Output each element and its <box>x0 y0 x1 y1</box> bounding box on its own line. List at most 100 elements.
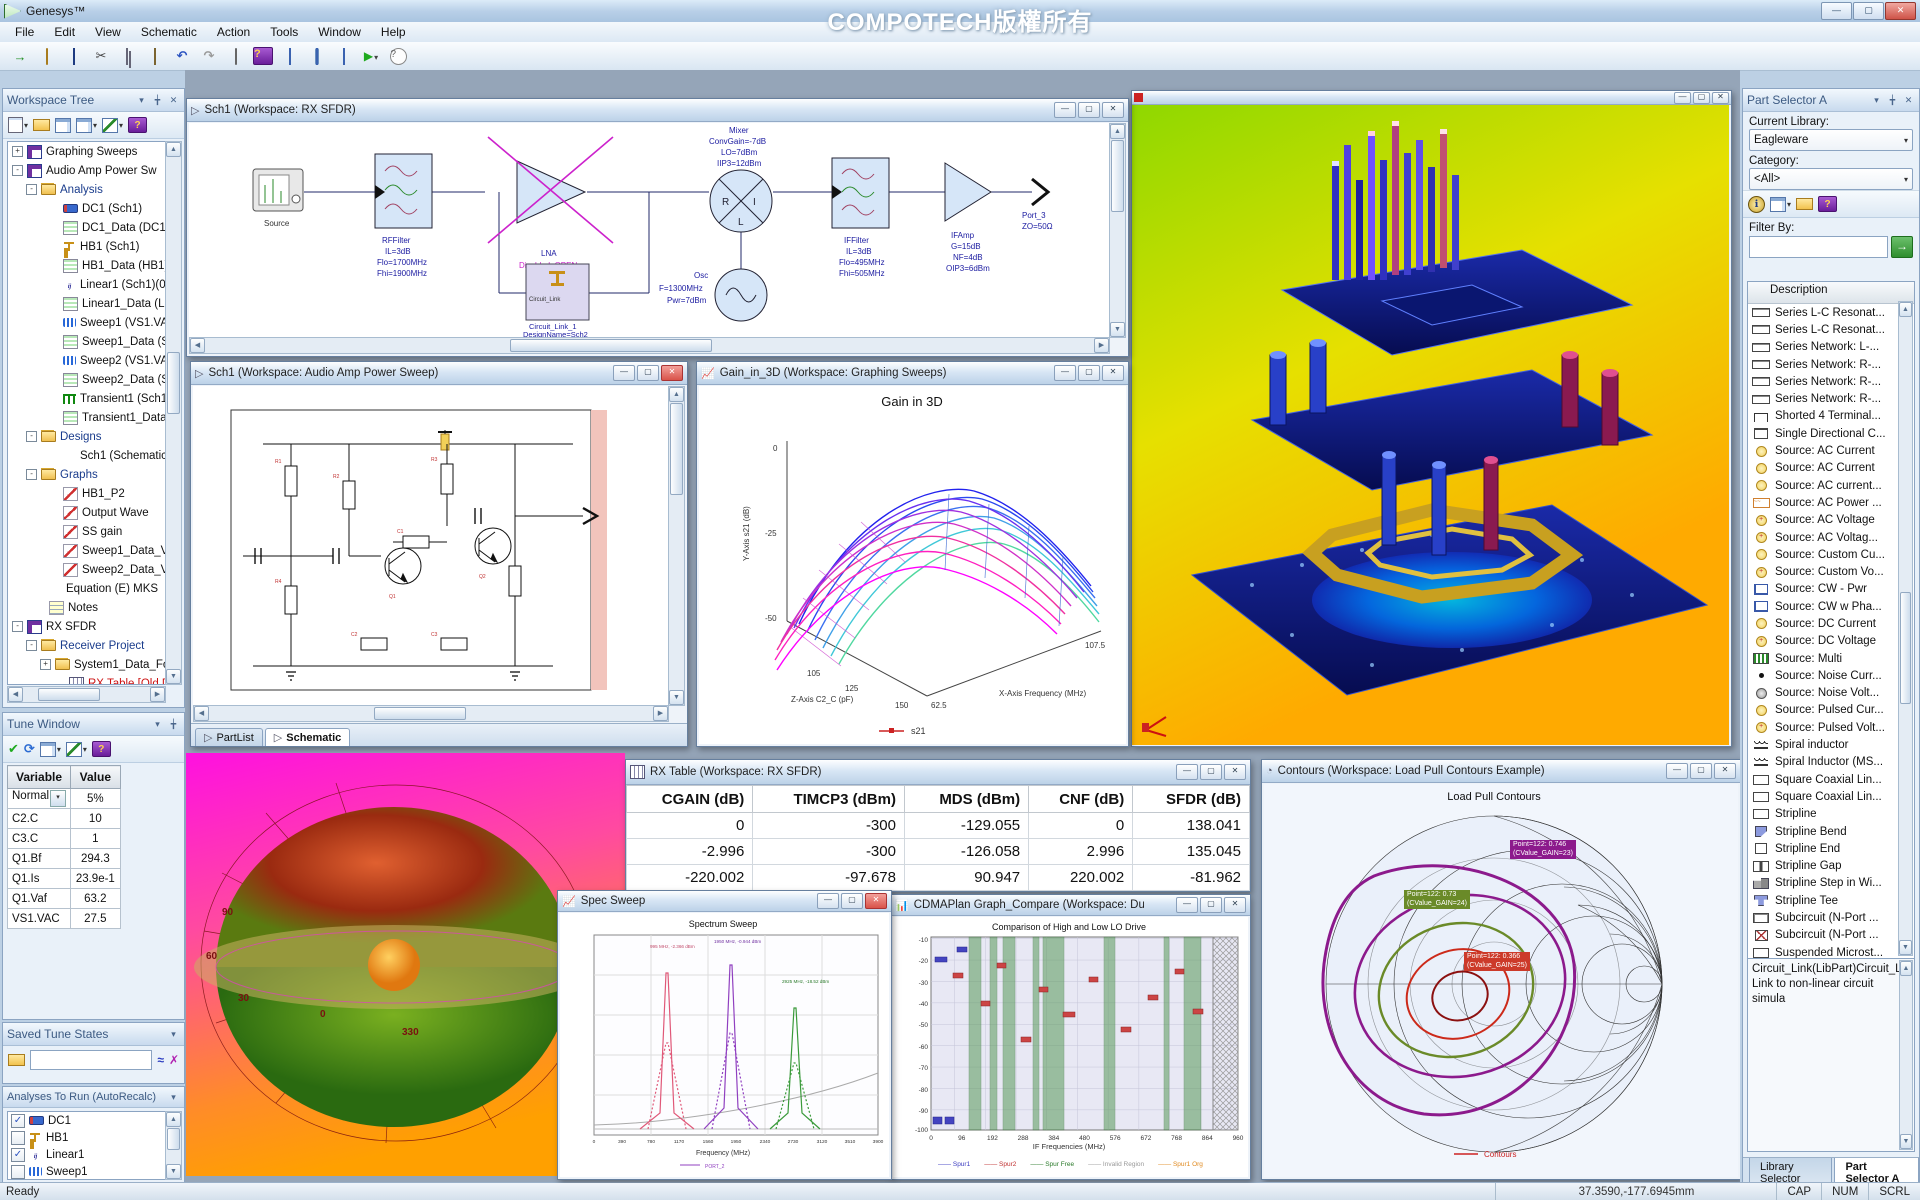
analysis-item[interactable]: HB1 <box>8 1129 165 1146</box>
tree-item[interactable]: Sweep2 (VS1.VAC <box>8 351 165 370</box>
tree-item[interactable]: -RX SFDR <box>8 617 165 636</box>
spec-sweep-chart[interactable]: Spectrum Sweep <box>560 913 887 1175</box>
maximize-button[interactable]: ▢ <box>841 893 863 909</box>
tune-row[interactable]: ▾Normal5% <box>8 789 121 809</box>
tree-item[interactable]: -Audio Amp Power Sw <box>8 161 165 180</box>
cdma-chart[interactable]: Comparison of High and Low LO Drive <box>893 917 1246 1157</box>
analysis-checkbox[interactable] <box>11 1165 25 1179</box>
tune-row[interactable]: ▾Q1.Vaf63.2 <box>8 889 121 909</box>
tree-item[interactable]: +System1_Data_Fo <box>8 655 165 674</box>
analysis-item[interactable]: Linear1 <box>8 1146 165 1163</box>
properties-button[interactable] <box>55 118 71 133</box>
part-list-vscrollbar[interactable]: ▲▼ <box>1898 301 1913 956</box>
minimize-button[interactable]: — <box>1666 763 1688 779</box>
filter-input[interactable] <box>1749 236 1888 258</box>
menu-item[interactable]: Action <box>208 23 259 41</box>
schematic-view-tab[interactable]: ▷PartList <box>195 728 263 746</box>
minimize-button[interactable]: — <box>1674 92 1691 104</box>
menu-item[interactable]: View <box>86 23 130 41</box>
audio-vscrollbar[interactable]: ▲▼ <box>668 386 685 706</box>
tree-item[interactable]: SS gain <box>8 522 165 541</box>
menu-item[interactable]: Schematic <box>132 23 206 41</box>
part-item[interactable]: Stripline Tee <box>1748 892 1914 909</box>
toolbar-button[interactable]: ▶ <box>359 45 383 67</box>
part-item[interactable]: Stripline Step in Wi... <box>1748 875 1914 892</box>
expand-toggle[interactable]: - <box>12 621 23 632</box>
tree-item[interactable]: Transient1 (Sch1) <box>8 389 165 408</box>
toolbar-button[interactable] <box>143 45 167 67</box>
rx-table-header[interactable]: MDS (dBm) <box>904 786 1028 813</box>
spec-sweep-titlebar[interactable]: 📈 Spec Sweep —▢✕ <box>558 891 891 912</box>
analysis-checkbox[interactable] <box>11 1131 25 1145</box>
part-item[interactable]: Series Network: L-... <box>1748 339 1914 356</box>
open-state-icon[interactable] <box>8 1054 25 1066</box>
info-icon[interactable]: ℹ <box>1748 196 1765 213</box>
tree-item[interactable]: -Graphs <box>8 465 165 484</box>
menu-item[interactable]: Help <box>372 23 415 41</box>
open-button[interactable] <box>33 119 50 131</box>
contours-titlebar[interactable]: ◔ Contours (Workspace: Load Pull Contour… <box>1262 760 1740 783</box>
part-item[interactable]: Source: Noise Curr... <box>1748 667 1914 684</box>
part-item[interactable]: Series Network: R-... <box>1748 373 1914 390</box>
part-item[interactable]: Source: AC Current <box>1748 460 1914 477</box>
menu-item[interactable]: Edit <box>45 23 84 41</box>
part-item[interactable]: Source: DC Current <box>1748 615 1914 632</box>
gain3d-window[interactable]: 📈 Gain_in_3D (Workspace: Graphing Sweeps… <box>696 361 1129 747</box>
part-item[interactable]: Source: DC Voltage <box>1748 633 1914 650</box>
tree-item[interactable]: Sweep1 (VS1.VAC <box>8 313 165 332</box>
panel-menu-icon[interactable]: ▾ <box>167 1029 180 1040</box>
maximize-button[interactable]: ▢ <box>1078 102 1100 118</box>
part-item[interactable]: Source: CW - Pwr <box>1748 581 1914 598</box>
toolbar-button[interactable] <box>35 45 59 67</box>
audio-schematic-window[interactable]: ▷ Sch1 (Workspace: Audio Amp Power Sweep… <box>190 361 688 747</box>
pin-icon[interactable]: ╈ <box>167 719 180 730</box>
rx-table-titlebar[interactable]: RX Table (Workspace: RX SFDR) —▢✕ <box>626 760 1250 785</box>
rx-table-row[interactable]: -220.002-97.67890.947220.002-81.962 <box>627 865 1250 891</box>
expand-toggle[interactable]: - <box>26 640 37 651</box>
tune-row[interactable]: ▾C3.C1 <box>8 829 121 849</box>
em3d-titlebar[interactable]: —▢✕ <box>1132 91 1731 105</box>
tune-row[interactable]: ▾VS1.VAC27.5 <box>8 909 121 929</box>
part-item[interactable]: Spiral Inductor (MS... <box>1748 754 1914 771</box>
menu-item[interactable]: Window <box>309 23 370 41</box>
filter-go-button[interactable]: → <box>1891 236 1913 258</box>
part-item[interactable]: Source: Custom Vo... <box>1748 563 1914 580</box>
run-options-button[interactable]: ▾ <box>102 118 123 133</box>
tree-item[interactable]: Sweep1_Data_VP <box>8 541 165 560</box>
dropdown-button[interactable]: ▾ <box>50 790 66 807</box>
part-item[interactable]: Series Network: R-... <box>1748 356 1914 373</box>
rx-table-window[interactable]: RX Table (Workspace: RX SFDR) —▢✕ CGAIN … <box>625 759 1251 892</box>
pin-icon[interactable]: ╈ <box>151 95 164 106</box>
part-item[interactable]: Square Coaxial Lin... <box>1748 771 1914 788</box>
close-button[interactable]: ✕ <box>1712 92 1729 104</box>
part-item[interactable]: Source: Custom Cu... <box>1748 546 1914 563</box>
part-item[interactable]: Single Directional C... <box>1748 425 1914 442</box>
part-item[interactable]: Source: Noise Volt... <box>1748 685 1914 702</box>
part-item[interactable]: Source: AC Voltag... <box>1748 529 1914 546</box>
open-library-button[interactable] <box>1796 198 1813 210</box>
description-column-header[interactable]: Description <box>1748 282 1914 304</box>
minimize-button[interactable]: — <box>1821 2 1852 20</box>
part-item[interactable]: Subcircuit (N-Port ... <box>1748 909 1914 926</box>
rx-table-header[interactable]: CNF (dB) <box>1029 786 1133 813</box>
part-item[interactable]: Source: Pulsed Cur... <box>1748 702 1914 719</box>
minimize-button[interactable]: — <box>1054 102 1076 118</box>
toolbar-button[interactable]: ↶ <box>170 45 194 67</box>
tree-vscrollbar[interactable]: ▲▼ <box>165 141 182 685</box>
tune-row[interactable]: ▾Q1.Is23.9e-1 <box>8 869 121 889</box>
part-item[interactable]: Stripline Bend <box>1748 823 1914 840</box>
rx-table-header[interactable]: SFDR (dB) <box>1133 786 1250 813</box>
close-button[interactable]: ✕ <box>1885 2 1916 20</box>
part-item[interactable]: Series L-C Resonat... <box>1748 321 1914 338</box>
minimize-button[interactable]: — <box>1176 897 1198 913</box>
category-select[interactable]: <All>▾ <box>1749 168 1913 190</box>
toolbar-button[interactable] <box>305 45 329 67</box>
part-item[interactable]: Source: Pulsed Volt... <box>1748 719 1914 736</box>
close-button[interactable]: ✕ <box>661 365 683 381</box>
tree-item[interactable]: Sch1 (Schematic) <box>8 446 165 465</box>
tree-item[interactable]: -Receiver Project <box>8 636 165 655</box>
maximize-button[interactable]: ▢ <box>1200 764 1222 780</box>
tree-item[interactable]: Linear1 (Sch1)(0 t <box>8 275 165 294</box>
part-item[interactable]: Source: AC Voltage <box>1748 512 1914 529</box>
delete-state-icon[interactable]: ✗ <box>169 1053 179 1067</box>
